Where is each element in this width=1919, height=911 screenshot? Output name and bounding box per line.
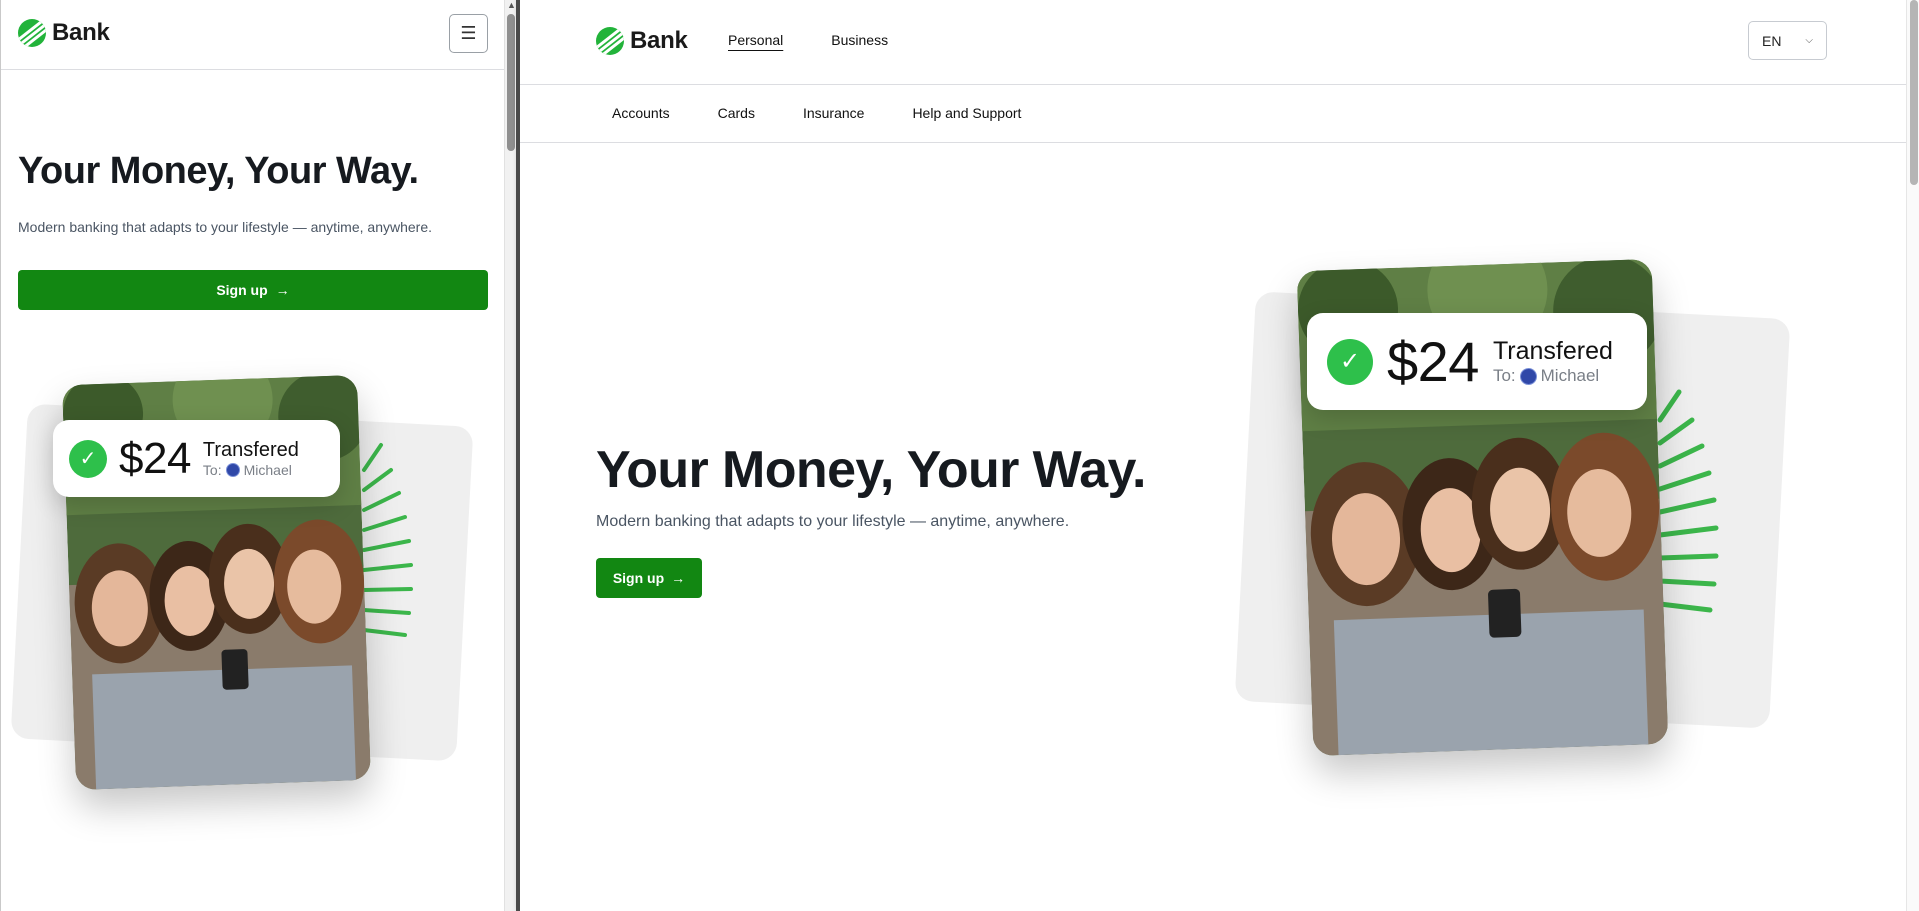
recipient-name: Michael <box>1540 366 1600 385</box>
desktop-viewport: Bank Personal Business EN ⌵ Accounts Car… <box>520 0 1906 911</box>
check-circle-icon: ✓ <box>69 439 107 478</box>
brand-name: Bank <box>630 27 688 54</box>
hero-visual: ✓ $24 Transfered To: Michael <box>1234 258 1805 800</box>
hero-subtitle: Modern banking that adapts to your lifes… <box>596 513 1070 530</box>
desktop-header: Bank Personal Business EN ⌵ <box>520 0 1906 85</box>
subnav-cards[interactable]: Cards <box>718 105 755 121</box>
mobile-header: Bank ☰ <box>1 0 504 70</box>
menu-button[interactable]: ☰ <box>449 14 488 53</box>
chevron-down-icon: ⌵ <box>1805 35 1813 46</box>
brand-logo[interactable]: Bank <box>596 27 688 55</box>
bank-logo-icon <box>18 19 46 47</box>
to-label: To: <box>1492 366 1516 385</box>
scroll-up-icon[interactable]: ▲ <box>507 0 516 10</box>
transfer-toast: ✓ $24 Transfered To: Michael <box>1307 313 1647 410</box>
signup-button[interactable]: Sign up → <box>18 270 488 310</box>
brand-name: Bank <box>52 19 110 46</box>
to-label: To: <box>202 462 222 478</box>
scrollbar-thumb[interactable] <box>507 14 515 151</box>
desktop-scrollbar[interactable] <box>1906 0 1919 911</box>
transfer-status: Transfered <box>202 439 299 461</box>
nav-personal[interactable]: Personal <box>728 32 783 48</box>
hero-title: Your Money, Your Way. <box>18 150 419 192</box>
hamburger-icon: ☰ <box>460 23 477 43</box>
brand-logo[interactable]: Bank <box>18 19 110 47</box>
transfer-recipient: To: Michael <box>1493 366 1613 386</box>
language-value: EN <box>1762 32 1782 49</box>
signup-label: Sign up <box>612 570 665 586</box>
recipient-avatar <box>1519 367 1537 385</box>
hero-subtitle: Modern banking that adapts to your lifes… <box>18 219 432 235</box>
transfer-status: Transfered <box>1492 337 1613 365</box>
subnav-accounts[interactable]: Accounts <box>612 105 670 121</box>
recipient-name: Michael <box>243 462 292 478</box>
signup-button[interactable]: Sign up → <box>596 558 702 598</box>
transfer-amount: $24 <box>119 433 191 483</box>
check-circle-icon: ✓ <box>1327 338 1373 385</box>
hero-title: Your Money, Your Way. <box>596 441 1146 499</box>
transfer-recipient: To: Michael <box>203 462 299 478</box>
primary-nav: Personal Business <box>728 32 888 48</box>
mobile-viewport: Bank ☰ Your Money, Your Way. Modern bank… <box>0 0 504 911</box>
arrow-right-icon: → <box>671 570 686 586</box>
transfer-amount: $24 <box>1387 330 1479 393</box>
recipient-avatar <box>225 463 240 477</box>
bank-logo-icon <box>596 27 624 55</box>
arrow-right-icon: → <box>275 282 290 298</box>
mobile-scrollbar[interactable]: ▲ <box>504 0 516 911</box>
signup-label: Sign up <box>216 282 268 298</box>
language-select[interactable]: EN ⌵ <box>1748 21 1827 60</box>
scrollbar-thumb[interactable] <box>1910 0 1918 185</box>
subnav-insurance[interactable]: Insurance <box>803 105 864 121</box>
transfer-toast: ✓ $24 Transfered To: Michael <box>53 420 340 497</box>
subnav-help-and-support[interactable]: Help and Support <box>912 105 1021 121</box>
hero-visual: ✓ $24 Transfered To: Michael <box>10 374 479 835</box>
nav-business[interactable]: Business <box>831 32 888 48</box>
secondary-nav: Accounts Cards Insurance Help and Suppor… <box>520 85 1906 143</box>
